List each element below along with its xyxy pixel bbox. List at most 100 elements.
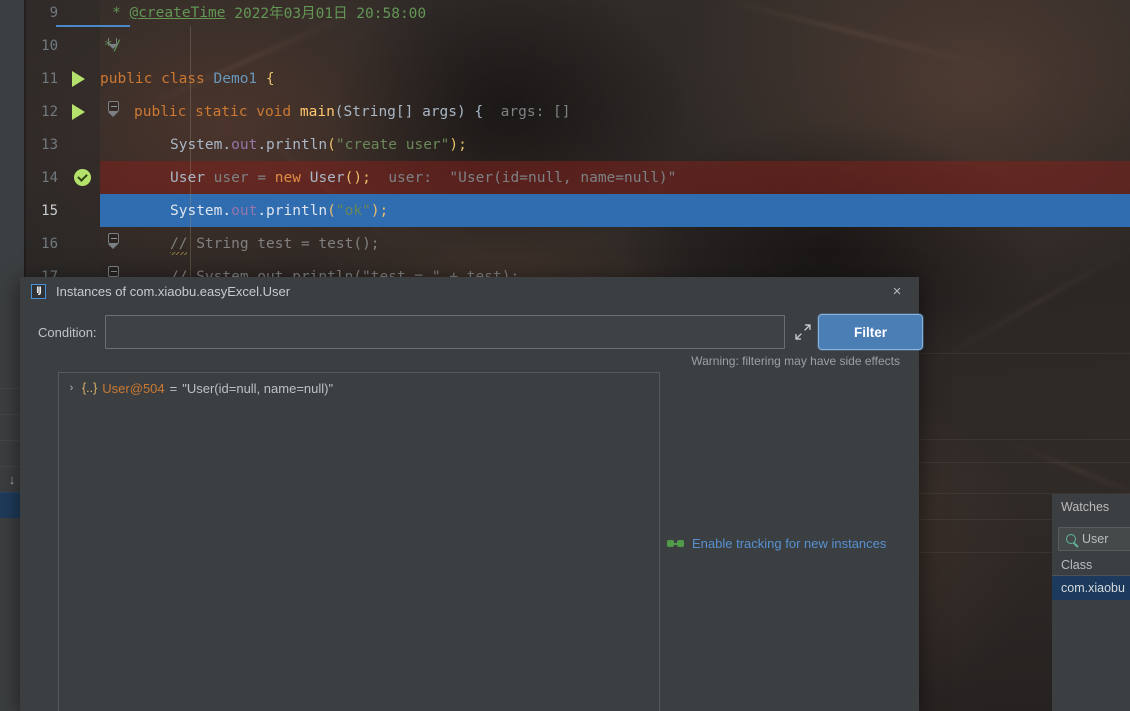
run-gutter-icon[interactable]	[72, 71, 85, 87]
line-number: 12	[41, 103, 58, 120]
code-line-14: User user = new User (); user: "User(id=…	[100, 161, 1130, 194]
javadoc-tag: @createTime	[129, 4, 226, 21]
fold-marker-icon	[108, 244, 118, 249]
code-token: Demo1	[213, 70, 258, 87]
tree-item-equals: =	[169, 380, 178, 396]
line-number: 14	[41, 169, 58, 186]
watches-panel: Watches User Class com.xiaobu	[1052, 494, 1130, 711]
expand-editor-icon[interactable]	[794, 323, 812, 341]
code-token: *	[112, 4, 121, 21]
dialog-titlebar[interactable]: IJ Instances of com.xiaobu.easyExcel.Use…	[20, 277, 919, 306]
code-token: (	[327, 136, 336, 153]
glasses-icon	[667, 539, 684, 548]
code-token: 2022年03月01日 20:58:00	[234, 6, 427, 22]
fold-marker-icon[interactable]	[108, 44, 118, 49]
code-token: =	[257, 169, 267, 186]
condition-row: Condition: Filter	[20, 313, 923, 351]
gutter-line-16: 16	[24, 227, 119, 260]
line-number: 10	[41, 37, 58, 54]
line-number: 13	[41, 136, 58, 153]
gutter-line-10: 10	[24, 29, 118, 62]
code-token: println	[266, 202, 328, 219]
condition-input[interactable]	[105, 315, 785, 349]
intellij-idea-icon: IJ	[31, 284, 46, 299]
editor-gutter[interactable]: 9 10 11 12 13 14 15 16	[24, 0, 119, 290]
intellij-idea-icon-label: IJ	[36, 286, 42, 296]
fold-marker-icon	[108, 112, 118, 117]
code-line-16: // String test = test();	[100, 227, 1130, 260]
search-icon	[1066, 534, 1076, 544]
watches-table-row[interactable]: com.xiaobu	[1052, 576, 1130, 600]
code-comment: String test = test();	[187, 235, 380, 252]
line-number: 16	[41, 235, 58, 252]
code-line-10: */	[100, 29, 1130, 62]
code-token: println	[266, 136, 328, 153]
code-string: "create user"	[335, 136, 450, 153]
tree-item-value: "User(id=null, name=null)"	[182, 380, 334, 396]
code-token: );	[370, 202, 389, 219]
code-token: public class	[100, 70, 205, 87]
line-number: 9	[49, 4, 58, 21]
fold-marker-icon[interactable]	[108, 233, 119, 244]
enable-tracking-link[interactable]: Enable tracking for new instances	[667, 536, 886, 551]
code-comment: //	[170, 235, 188, 255]
code-token: user	[213, 169, 249, 186]
code-line-12: public static void main (String[] args) …	[100, 95, 1130, 128]
code-string: "ok"	[335, 202, 371, 219]
line-number: 15	[41, 202, 58, 219]
watches-search-value: User	[1082, 532, 1109, 546]
close-icon[interactable]: ×	[889, 283, 905, 299]
watches-row-class: com.xiaobu	[1061, 581, 1125, 595]
watches-table-body	[1052, 600, 1130, 711]
gutter-line-13: 13	[24, 128, 100, 161]
gutter-line-15: 15	[24, 194, 100, 227]
condition-label: Condition:	[38, 324, 97, 340]
watches-search-field[interactable]: User	[1058, 527, 1130, 551]
code-token: new	[274, 169, 301, 186]
dialog-title: Instances of com.xiaobu.easyExcel.User	[56, 284, 291, 299]
tab-watches-label: Watches	[1061, 500, 1110, 514]
gutter-line-12: 12	[24, 95, 119, 128]
instances-tree-panel[interactable]: › {..} User@504 = "User(id=null, name=nu…	[58, 372, 660, 711]
inline-hint: user: "User(id=null, name=null)"	[388, 169, 677, 186]
code-token: System.	[170, 202, 232, 219]
code-token: main	[299, 103, 335, 120]
code-line-11: public class Demo1 {	[100, 62, 1130, 95]
chevron-right-icon[interactable]: ›	[66, 382, 77, 394]
code-editor[interactable]: * @createTime 2022年03月01日 20:58:00 */ pu…	[100, 0, 1130, 290]
arrow-down-icon: ↓	[8, 472, 16, 487]
code-token: User	[170, 169, 205, 186]
code-token: {	[265, 70, 275, 87]
fold-marker-icon[interactable]	[108, 101, 119, 112]
code-token: User	[309, 169, 345, 186]
tree-item-name: User@504	[102, 380, 165, 396]
code-token: out	[231, 136, 258, 153]
tab-watches[interactable]: Watches	[1052, 494, 1130, 520]
line-number: 11	[41, 70, 58, 87]
code-line-9: * @createTime 2022年03月01日 20:58:00	[100, 0, 1130, 29]
code-line-13: System. out . println ( "create user" );	[100, 128, 1130, 161]
code-token: .	[257, 136, 267, 153]
code-token: ();	[344, 169, 371, 186]
code-token: System.	[170, 136, 232, 153]
object-braces-icon: {..}	[82, 381, 98, 395]
code-token: .	[257, 202, 267, 219]
code-token: (String[] args) {	[334, 103, 484, 120]
filter-button[interactable]: Filter	[818, 314, 923, 350]
run-gutter-icon[interactable]	[72, 104, 85, 120]
tree-item-instance[interactable]: › {..} User@504 = "User(id=null, name=nu…	[66, 378, 333, 398]
code-token: public static void	[134, 103, 292, 120]
enable-tracking-label: Enable tracking for new instances	[692, 536, 887, 551]
fold-marker-icon[interactable]	[108, 266, 119, 277]
code-token: (	[327, 202, 336, 219]
gutter-line-11: 11	[24, 62, 100, 95]
code-token: out	[231, 202, 258, 219]
verified-breakpoint-icon[interactable]	[74, 169, 91, 186]
watches-column-header-class[interactable]: Class	[1052, 554, 1130, 576]
inline-hint: args: []	[500, 103, 571, 120]
code-token: );	[449, 136, 467, 153]
tab-active-indicator	[56, 25, 130, 27]
filter-warning-text: Warning: filtering may have side effects	[691, 354, 900, 368]
instances-dialog: IJ Instances of com.xiaobu.easyExcel.Use…	[20, 277, 923, 711]
gutter-line-14: 14	[24, 161, 100, 194]
